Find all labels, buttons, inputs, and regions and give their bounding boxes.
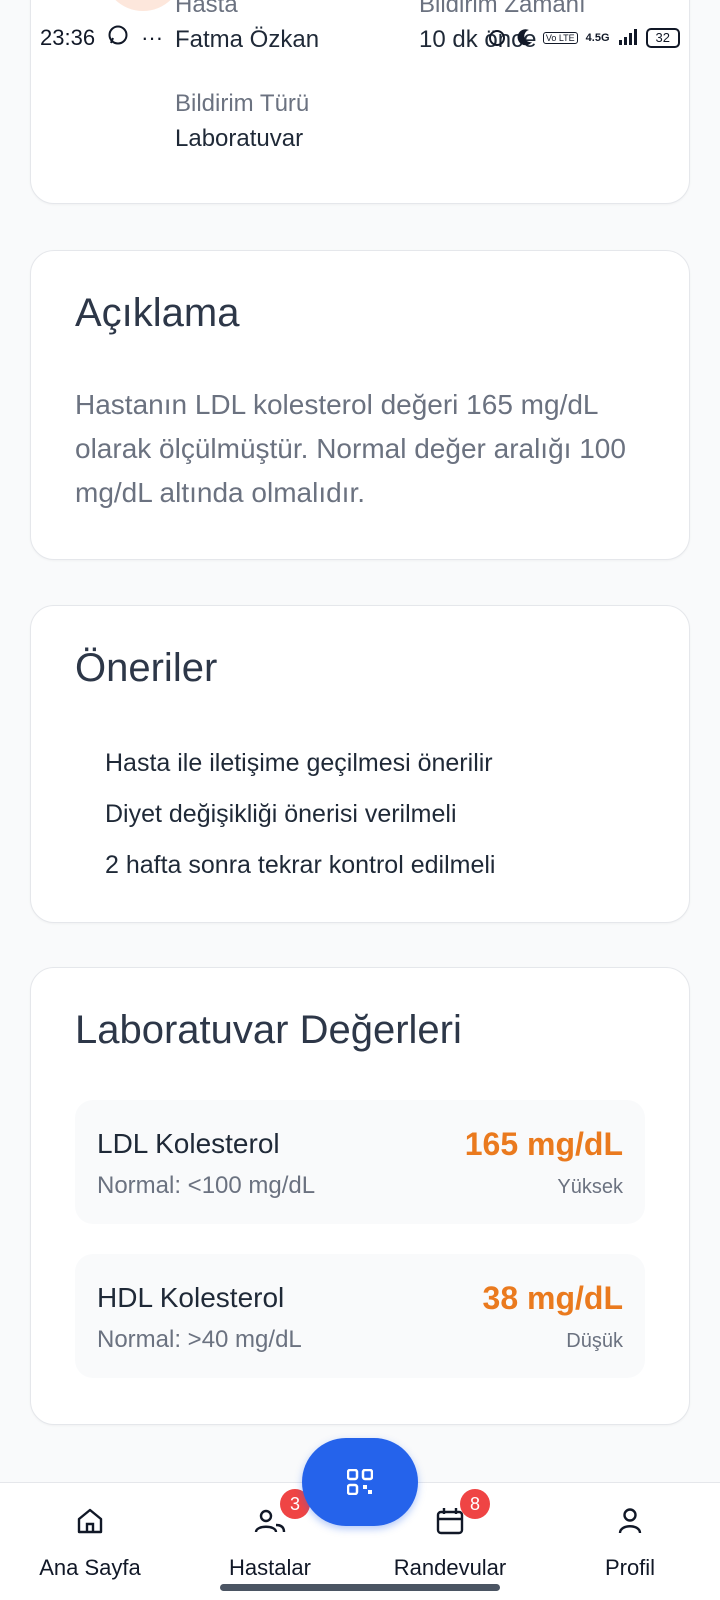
network-type: 4.5G [585,32,610,44]
lab-values-title: Laboratuvar Değerleri [75,1008,462,1052]
avatar [103,0,183,11]
lab-item-ldl: LDL Kolesterol Normal: <100 mg/dL 165 mg… [75,1100,645,1224]
whatsapp-icon [107,24,129,52]
lab-item-value: 165 mg/dL [464,1126,623,1162]
lab-item-status: Yüksek [557,1176,623,1198]
suggestions-title: Öneriler [75,646,218,690]
status-left: 23:36 ··· [40,24,163,52]
notification-time-label: Bildirim Zamanı [419,0,586,18]
battery-indicator: 32 [645,28,680,48]
dnd-icon [515,27,535,50]
status-bar: 23:36 ··· Vo LTE 4.5G 32 [0,18,720,58]
nav-label: Profil [604,1555,656,1580]
suggestion-item: 2 hafta sonra tekrar kontrol edilmeli [105,851,496,879]
lab-item-normal-range: Normal: <100 mg/dL [97,1172,316,1199]
lab-values-card: Laboratuvar Değerleri LDL Kolesterol Nor… [30,967,690,1425]
notification-detail-screen: 23:36 ··· Vo LTE 4.5G 32 Hasta Fatma Özk… [0,0,720,1600]
nav-item-home[interactable]: Ana Sayfa [0,1483,180,1600]
status-time: 23:36 [40,25,96,50]
user-icon [618,1508,642,1534]
status-right: Vo LTE 4.5G 32 [487,27,680,50]
signal-icon [618,28,638,48]
suggestions-list: Hasta ile iletişime geçilmesi önerilir D… [105,738,495,891]
more-notifications-icon: ··· [141,25,164,50]
home-indicator[interactable] [220,1584,500,1591]
nav-item-profile[interactable]: Profil [540,1483,720,1600]
patient-label: Hasta [175,0,238,18]
lab-item-status: Düşük [566,1330,623,1352]
notification-type-label: Bildirim Türü [175,90,310,117]
description-title: Açıklama [75,291,240,335]
home-icon [77,1508,103,1534]
qr-code-icon [347,1469,373,1495]
lab-item-name: HDL Kolesterol [97,1282,285,1313]
notification-type-value: Laboratuvar [175,125,304,152]
suggestions-card: Öneriler Hasta ile iletişime geçilmesi ö… [30,605,690,923]
description-text: Hastanın LDL kolesterol değeri 165 mg/dL… [75,389,626,508]
nav-label: Randevular [393,1555,507,1580]
description-card: Açıklama Hastanın LDL kolesterol değeri … [30,250,690,560]
lab-item-name: LDL Kolesterol [97,1128,280,1159]
lab-item-normal-range: Normal: >40 mg/dL [97,1326,302,1353]
alarm-icon [487,27,507,50]
qr-scan-button[interactable] [302,1438,418,1526]
nav-label: Hastalar [229,1555,311,1580]
nav-label: Ana Sayfa [39,1555,141,1580]
lab-item-hdl: HDL Kolesterol Normal: >40 mg/dL 38 mg/d… [75,1254,645,1378]
suggestion-item: Diyet değişikliği önerisi verilmeli [105,800,457,828]
volte-icon: Vo LTE [542,32,578,44]
appointments-badge: 8 [460,1489,490,1519]
lab-item-value: 38 mg/dL [482,1280,623,1316]
suggestion-item: Hasta ile iletişime geçilmesi önerilir [105,749,493,777]
